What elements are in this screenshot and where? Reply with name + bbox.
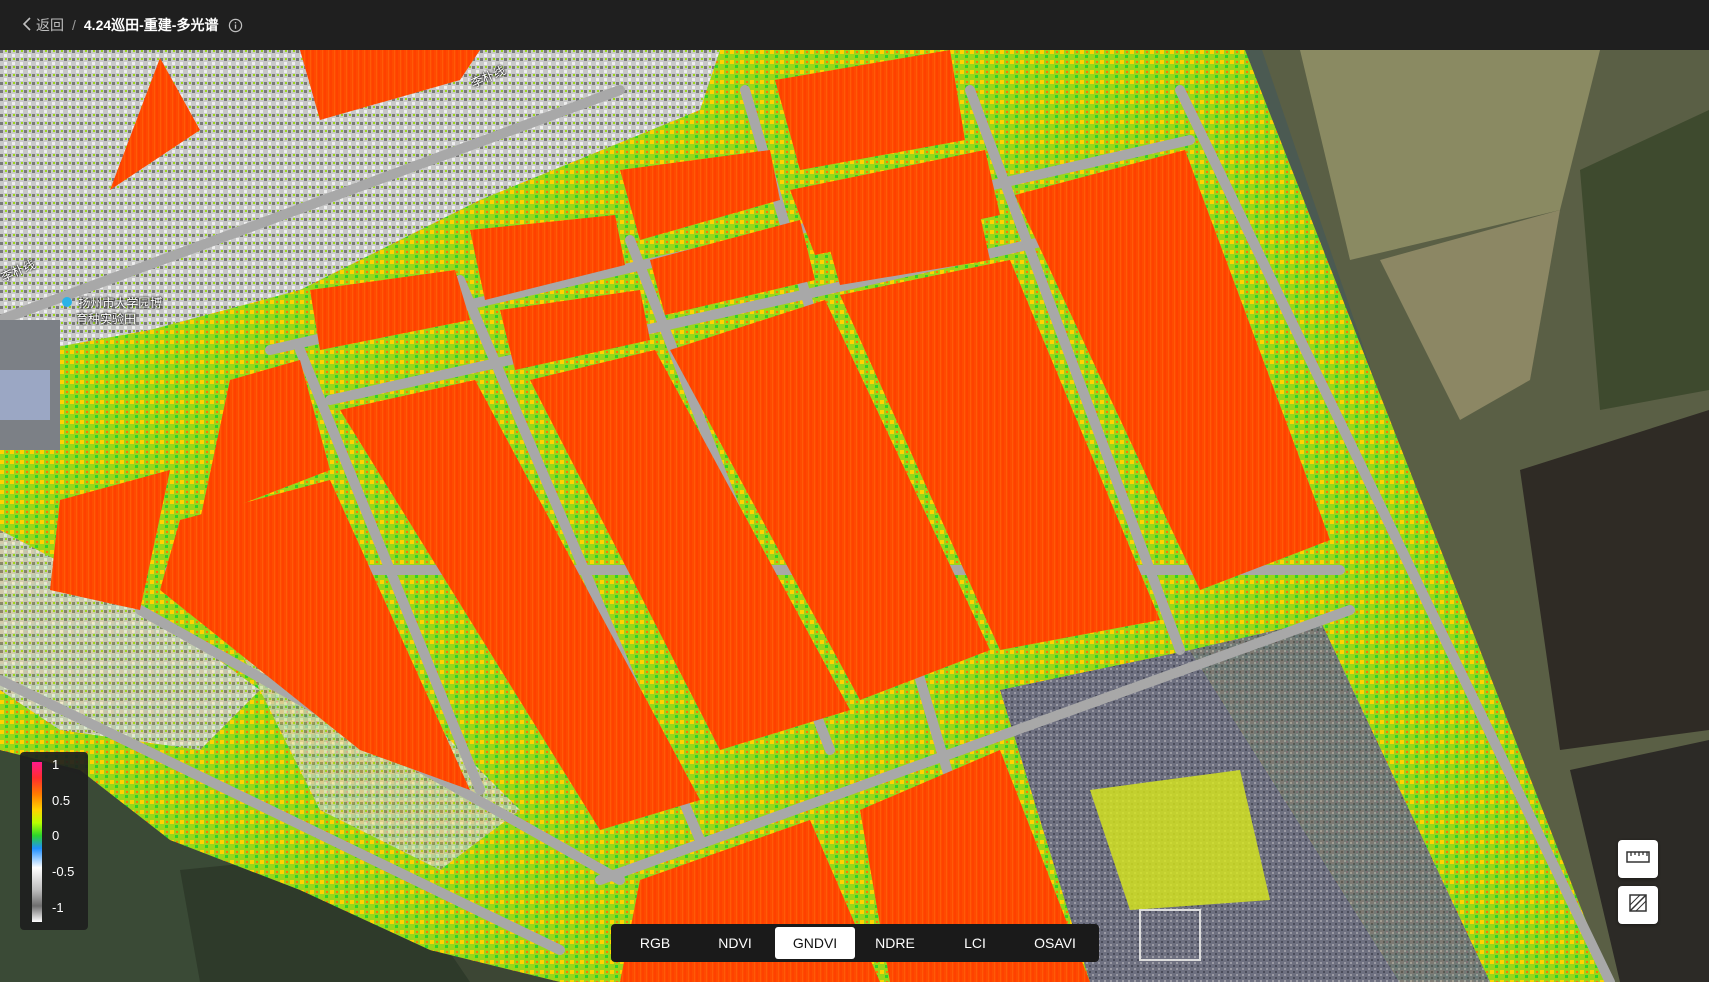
info-icon[interactable] <box>228 18 243 33</box>
index-tabs: RGB NDVI GNDVI NDRE LCI OSAVI <box>611 924 1099 962</box>
multispectral-map-layer <box>0 50 1709 982</box>
legend-color-scale <box>32 762 42 922</box>
page-title: 4.24巡田-重建-多光谱 <box>83 17 219 33</box>
tab-gndvi[interactable]: GNDVI <box>775 927 855 959</box>
back-button[interactable]: 返回 <box>22 15 64 35</box>
poi-name: 扬州市大学园博 <box>78 296 163 310</box>
chevron-left-icon <box>22 16 36 34</box>
map-pin-icon <box>62 297 72 307</box>
legend-tick: -1 <box>52 900 64 915</box>
measure-ruler-button[interactable] <box>1618 840 1658 878</box>
map-viewport[interactable]: 李朴线 李朴线 扬州市大学园博 育种实验田 <box>0 50 1709 982</box>
back-label: 返回 <box>36 17 64 33</box>
polygon-measure-icon <box>1627 892 1649 919</box>
top-bar: 返回 / 4.24巡田-重建-多光谱 <box>0 0 1709 50</box>
breadcrumb-separator: / <box>72 17 76 33</box>
legend-tick: 0.5 <box>52 793 71 808</box>
tab-ndvi[interactable]: NDVI <box>695 927 775 959</box>
tab-lci[interactable]: LCI <box>935 927 1015 959</box>
tab-ndre[interactable]: NDRE <box>855 927 935 959</box>
ruler-icon <box>1626 850 1650 869</box>
legend-tick: 1 <box>52 757 60 772</box>
poi-label: 育种实验田 <box>76 312 137 326</box>
legend-tick: -0.5 <box>52 864 75 879</box>
index-legend: 1 0.5 0 -0.5 -1 <box>20 752 88 930</box>
legend-tick: 0 <box>52 828 60 843</box>
tab-rgb[interactable]: RGB <box>615 927 695 959</box>
tab-osavi[interactable]: OSAVI <box>1015 927 1095 959</box>
area-measure-button[interactable] <box>1618 886 1658 924</box>
poi-label: 扬州市大学园博 <box>62 294 162 311</box>
